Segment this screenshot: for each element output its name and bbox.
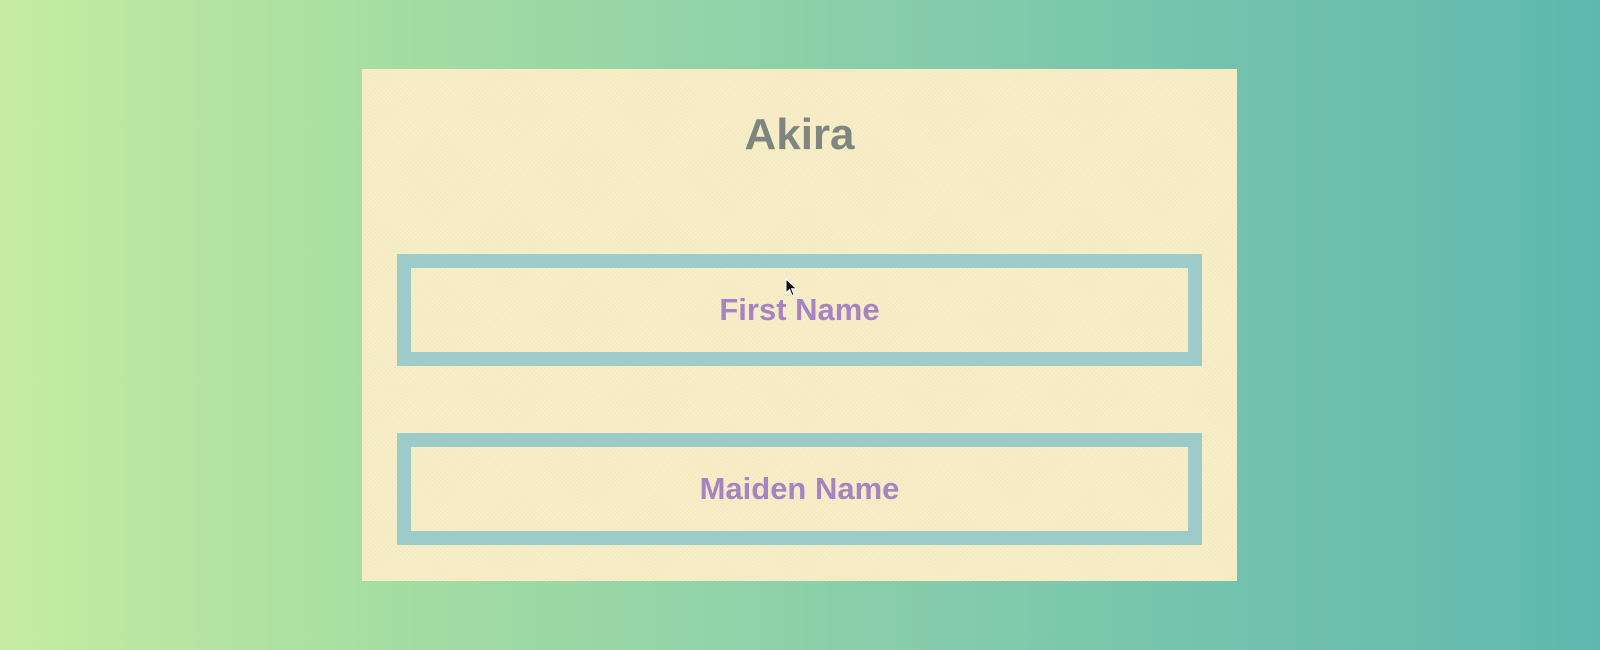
card-title: Akira (744, 110, 855, 159)
maiden-name-label: Maiden Name (699, 471, 900, 506)
first-name-label: First Name (719, 292, 880, 327)
mouse-pointer-icon (785, 278, 798, 297)
first-name-field[interactable]: First Name (397, 254, 1202, 366)
name-card: Akira First Name Maiden Name (362, 69, 1237, 581)
maiden-name-field[interactable]: Maiden Name (397, 433, 1202, 545)
